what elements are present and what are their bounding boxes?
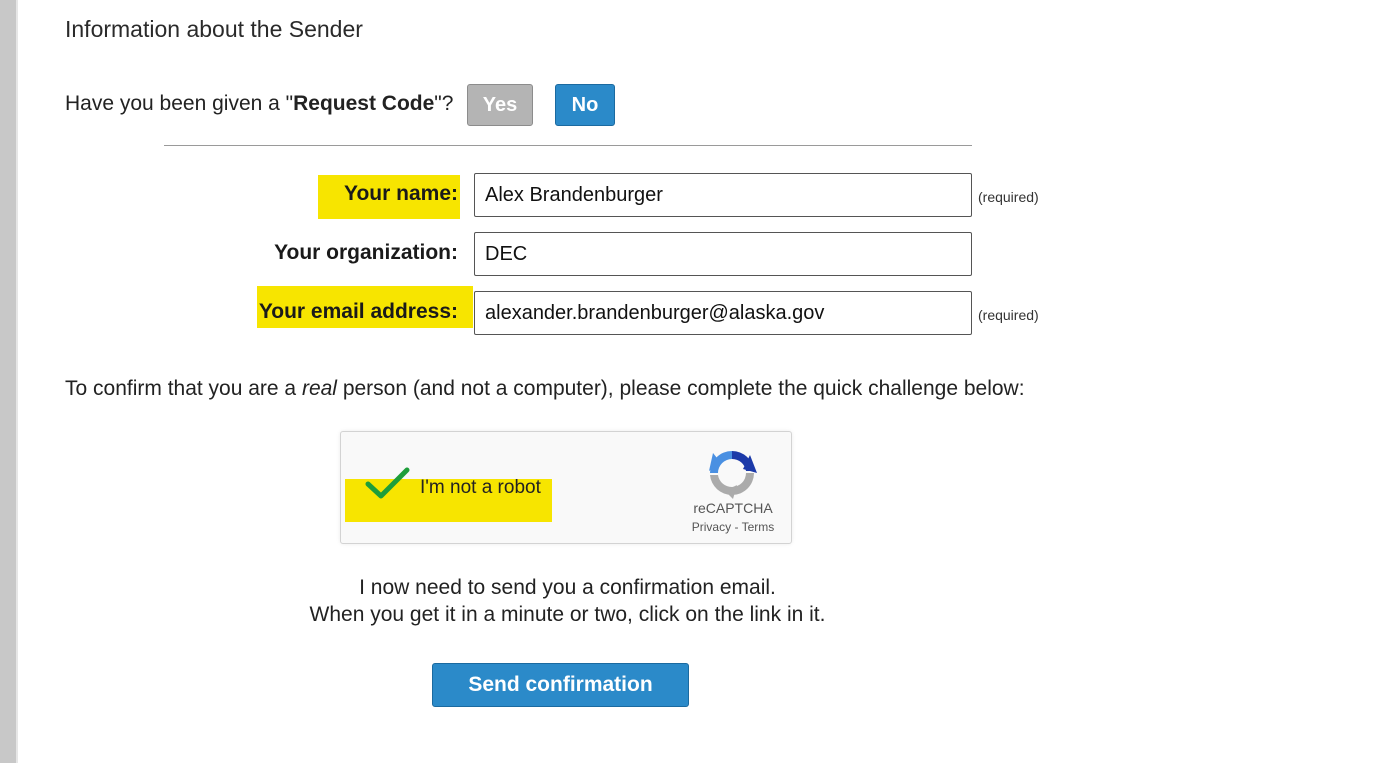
- name-field-value: Alex Brandenburger: [485, 183, 663, 206]
- checkmark-icon[interactable]: [364, 466, 410, 502]
- section-title: Information about the Sender: [65, 16, 363, 42]
- send-confirmation-button[interactable]: Send confirmation: [432, 663, 689, 707]
- yes-button[interactable]: Yes: [467, 84, 533, 126]
- email-field[interactable]: alexander.brandenburger@alaska.gov: [474, 291, 972, 335]
- info-line-1: I now need to send you a confirmation em…: [359, 576, 776, 599]
- divider: [164, 145, 972, 146]
- challenge-prefix: To confirm that you are a: [65, 377, 302, 400]
- email-required-note: (required): [978, 307, 1039, 323]
- organization-field[interactable]: DEC: [474, 232, 972, 276]
- challenge-suffix: person (and not a computer), please comp…: [336, 377, 1025, 400]
- question-prefix: Have you been given a ": [65, 92, 294, 115]
- link-separator: -: [731, 520, 742, 534]
- no-button[interactable]: No: [555, 84, 615, 126]
- question-bold: Request Code: [293, 92, 435, 115]
- organization-label: Your organization:: [274, 241, 458, 264]
- email-label: Your email address:: [258, 300, 458, 323]
- window-left-edge: [0, 0, 18, 763]
- question-suffix: "?: [434, 92, 454, 115]
- email-field-value: alexander.brandenburger@alaska.gov: [485, 301, 825, 324]
- recaptcha-label: I'm not a robot: [420, 477, 541, 498]
- info-line-2: When you get it in a minute or two, clic…: [309, 603, 826, 626]
- name-label: Your name:: [344, 182, 458, 205]
- recaptcha-links: Privacy - Terms: [684, 520, 782, 534]
- challenge-italic: real: [301, 377, 337, 400]
- privacy-link[interactable]: Privacy: [692, 520, 731, 534]
- name-required-note: (required): [978, 189, 1039, 205]
- request-code-question: Have you been given a "Request Code"?: [65, 92, 453, 116]
- recaptcha-logo-icon: [709, 450, 757, 499]
- terms-link[interactable]: Terms: [742, 520, 775, 534]
- recaptcha-brand: reCAPTCHA: [693, 500, 773, 516]
- challenge-instructions: To confirm that you are a real person (a…: [65, 377, 1025, 401]
- organization-field-value: DEC: [485, 242, 528, 265]
- name-field[interactable]: Alex Brandenburger: [474, 173, 972, 217]
